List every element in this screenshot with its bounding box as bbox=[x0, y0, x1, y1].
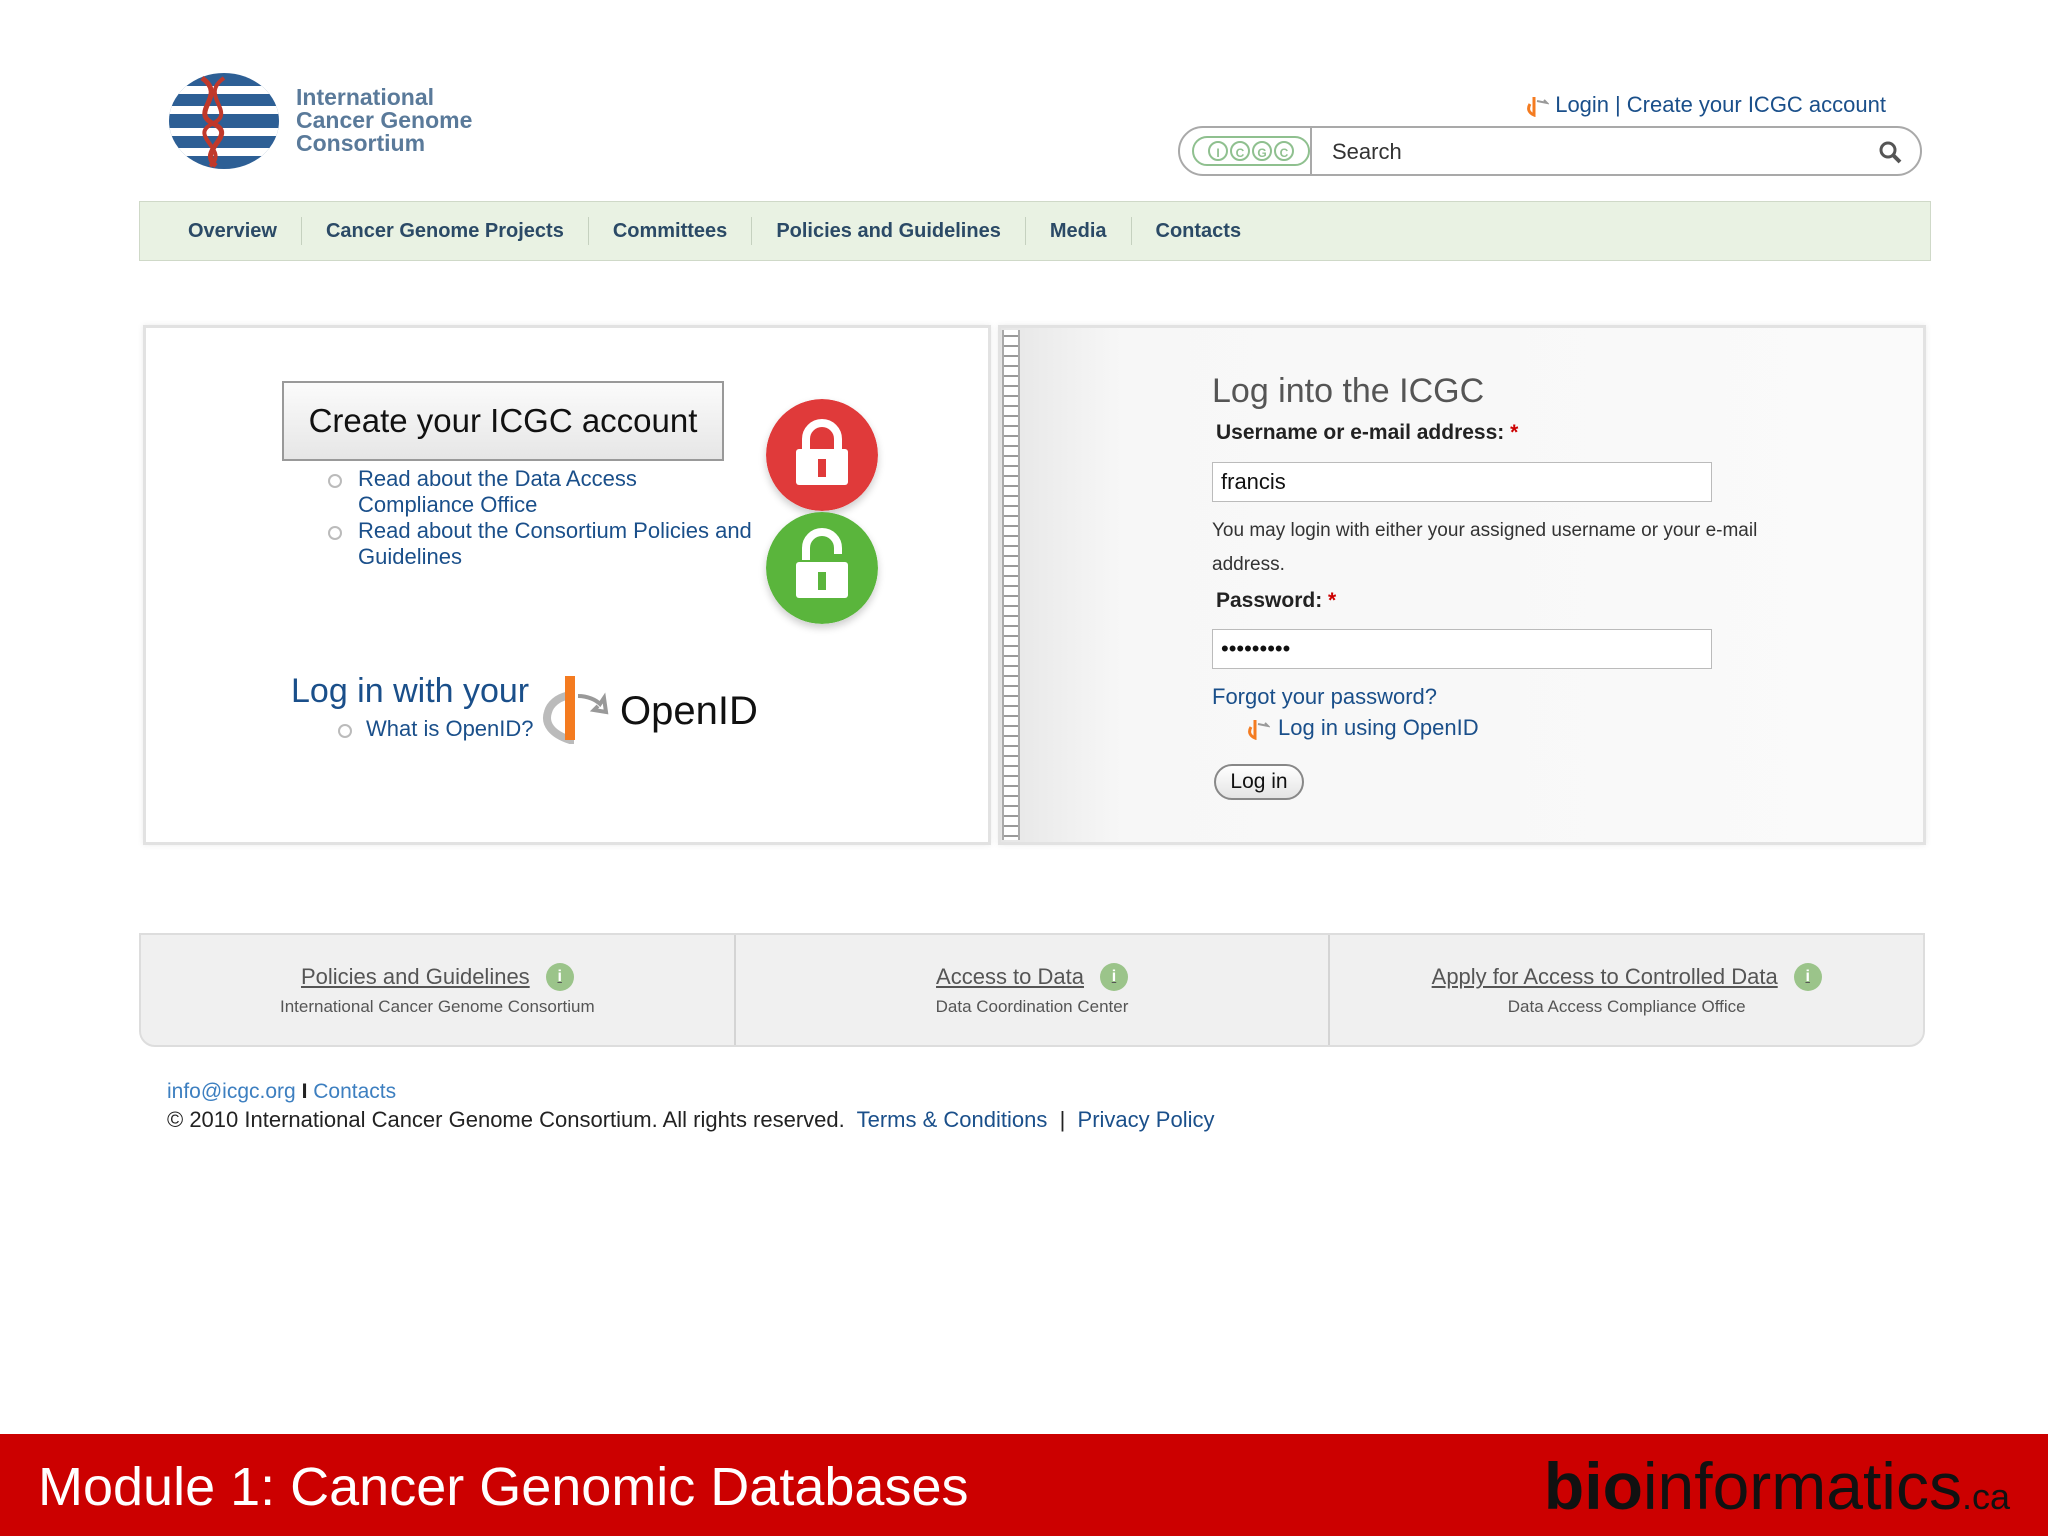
icgc-letter: I bbox=[1208, 141, 1228, 161]
icgc-letter: G bbox=[1252, 141, 1272, 161]
search-input[interactable] bbox=[1330, 136, 1834, 168]
notebook-binding bbox=[1002, 330, 1020, 840]
nav-overview[interactable]: Overview bbox=[164, 217, 302, 245]
footer-box-subtitle: Data Coordination Center bbox=[935, 997, 1129, 1016]
login-button[interactable]: Log in bbox=[1214, 764, 1304, 800]
footer-legal-row: © 2010 International Cancer Genome Conso… bbox=[167, 1107, 1214, 1133]
info-icon[interactable]: i bbox=[545, 963, 574, 991]
privacy-link[interactable]: Privacy Policy bbox=[1078, 1107, 1215, 1132]
password-label: Password: * bbox=[1216, 589, 1336, 613]
policies-link[interactable]: Read about the Consortium Policies and G… bbox=[326, 518, 758, 570]
required-mark: * bbox=[1328, 589, 1337, 612]
create-account-link[interactable]: Create your ICGC account bbox=[1627, 92, 1886, 118]
footer-box-apply: Apply for Access to Controlled Data i Da… bbox=[1330, 935, 1923, 1045]
policies-guidelines-link[interactable]: Policies and Guidelines bbox=[301, 964, 530, 990]
login-help-text: You may login with either your assigned … bbox=[1212, 520, 1758, 575]
footer-pipe: | bbox=[1059, 1107, 1066, 1132]
footer-contacts-link[interactable]: Contacts bbox=[313, 1080, 396, 1103]
slide-banner: Module 1: Cancer Genomic Databases bioin… bbox=[0, 1434, 2048, 1536]
search-bar: I C G C bbox=[1178, 126, 1922, 176]
footer-box-policies: Policies and Guidelines i International … bbox=[141, 935, 736, 1045]
search-divider bbox=[1310, 126, 1312, 176]
logo-line: Cancer Genome bbox=[296, 107, 473, 133]
username-label: Username or e-mail address: * bbox=[1216, 421, 1518, 445]
unlocked-padlock-icon bbox=[766, 512, 878, 624]
login-link[interactable]: Login bbox=[1555, 92, 1609, 118]
password-label-text: Password: bbox=[1216, 589, 1323, 612]
username-label-text: Username or e-mail address: bbox=[1216, 421, 1505, 444]
brand-rest: informatics bbox=[1642, 1449, 1962, 1523]
openid-login-link[interactable]: Log in using OpenID bbox=[1278, 715, 1479, 741]
email-link[interactable]: info@icgc.org bbox=[167, 1080, 296, 1103]
logo-line: International bbox=[296, 84, 435, 110]
footer-box-title: Access to Data i bbox=[936, 963, 1128, 991]
nav-contacts[interactable]: Contacts bbox=[1132, 217, 1266, 245]
forgot-password-link[interactable]: Forgot your password? bbox=[1212, 684, 1437, 710]
openid-icon bbox=[1248, 720, 1270, 740]
username-field[interactable] bbox=[1212, 462, 1712, 502]
icgc-letter: C bbox=[1230, 141, 1250, 161]
link-separator: | bbox=[1615, 92, 1621, 117]
password-field[interactable] bbox=[1212, 629, 1712, 669]
footer-box-subtitle: Data Access Compliance Office bbox=[1507, 997, 1746, 1016]
info-icon[interactable]: i bbox=[1793, 963, 1822, 991]
icgc-letter: C bbox=[1274, 141, 1294, 161]
apply-controlled-access-link[interactable]: Apply for Access to Controlled Data bbox=[1432, 964, 1778, 990]
footer-box-access: Access to Data i Data Coordination Cente… bbox=[736, 935, 1331, 1045]
info-links: Read about the Data Access Compliance Of… bbox=[326, 466, 758, 570]
footer-contact-row: info@icgc.org I Contacts bbox=[167, 1080, 396, 1104]
footer-box-subtitle: International Cancer Genome Consortium bbox=[280, 997, 595, 1016]
search-icon[interactable] bbox=[1878, 140, 1902, 164]
account-links: Login | Create your ICGC account bbox=[1525, 92, 1886, 118]
create-account-button[interactable]: Create your ICGC account bbox=[282, 381, 724, 461]
data-access-link[interactable]: Read about the Data Access Compliance Of… bbox=[326, 466, 758, 518]
footer-separator: I bbox=[301, 1080, 308, 1103]
terms-link[interactable]: Terms & Conditions bbox=[857, 1107, 1048, 1132]
required-mark: * bbox=[1510, 421, 1519, 444]
bioinformatics-brand-logo: bioinformatics.ca bbox=[1544, 1448, 2010, 1524]
openid-logo-text: OpenID bbox=[620, 689, 758, 733]
nav-committees[interactable]: Committees bbox=[589, 217, 753, 245]
footer-boxes: Policies and Guidelines i International … bbox=[139, 933, 1925, 1047]
footer-box-title: Policies and Guidelines i bbox=[301, 963, 574, 991]
main-nav: Overview Cancer Genome Projects Committe… bbox=[139, 201, 1931, 261]
brand-bold: bio bbox=[1543, 1449, 1643, 1523]
what-is-openid-link[interactable]: What is OpenID? bbox=[336, 716, 534, 742]
footer-box-title: Apply for Access to Controlled Data i bbox=[1432, 963, 1822, 991]
openid-heading: Log in with your bbox=[291, 672, 530, 710]
openid-logo: OpenID bbox=[543, 676, 758, 744]
info-icon[interactable]: i bbox=[1099, 963, 1128, 991]
openid-icon bbox=[1527, 97, 1550, 117]
logo-wordmark: International Cancer Genome Consortium bbox=[296, 86, 472, 155]
logo-line: Consortium bbox=[296, 130, 426, 156]
nav-media[interactable]: Media bbox=[1026, 217, 1132, 245]
copyright-text: © 2010 International Cancer Genome Conso… bbox=[167, 1107, 845, 1132]
icgc-badge: I C G C bbox=[1192, 136, 1310, 166]
locked-padlock-icon bbox=[766, 399, 878, 511]
slide-title: Module 1: Cancer Genomic Databases bbox=[38, 1457, 969, 1517]
nav-cancer-genome-projects[interactable]: Cancer Genome Projects bbox=[302, 217, 589, 245]
nav-policies-guidelines[interactable]: Policies and Guidelines bbox=[752, 217, 1026, 245]
brand-suffix: .ca bbox=[1961, 1476, 2010, 1517]
icgc-globe-logo bbox=[169, 73, 279, 169]
login-title: Log into the ICGC bbox=[1212, 372, 1485, 410]
openid-login-row: Log in using OpenID bbox=[1246, 715, 1479, 741]
access-to-data-link[interactable]: Access to Data bbox=[936, 964, 1084, 990]
